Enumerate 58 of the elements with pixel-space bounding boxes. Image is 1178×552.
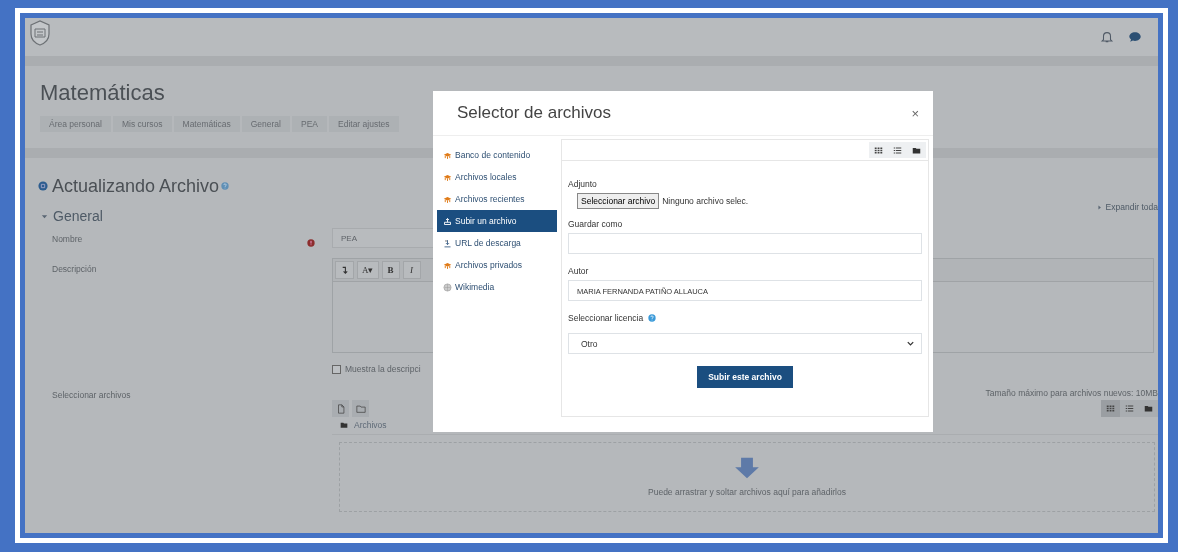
help-icon[interactable]: [648, 314, 657, 322]
globe-icon: [443, 282, 452, 292]
folder-icon[interactable]: [912, 145, 921, 155]
folder-icon: [340, 421, 348, 429]
repository-item[interactable]: Archivos locales: [437, 166, 557, 188]
hat-icon: [443, 194, 452, 204]
grid-view-icon[interactable]: [874, 145, 883, 155]
grid-view-icon[interactable]: [1106, 404, 1115, 413]
max-size-note: Tamaño máximo para archivos nuevos: 10MB: [984, 388, 1158, 400]
field-label: Seleccionar licencia: [568, 313, 644, 323]
repository-item[interactable]: Archivos recientes: [437, 188, 557, 210]
expand-all-link[interactable]: Expandir toda: [1095, 202, 1158, 212]
file-icon: [335, 403, 346, 414]
create-folder-button[interactable]: [352, 400, 369, 417]
page-heading: Actualizando Archivo: [52, 175, 220, 197]
toolbar-button[interactable]: A▾: [357, 261, 379, 279]
folder-icon[interactable]: [1144, 404, 1153, 413]
hat-icon: [443, 172, 452, 182]
bell-icon[interactable]: [1100, 30, 1114, 44]
dialog-title: Selector de archivos: [457, 103, 612, 123]
hat-icon: [443, 260, 452, 270]
arrow-icon: [340, 265, 349, 275]
repository-item[interactable]: Banco de contenido: [437, 144, 557, 166]
chat-bubble-icon[interactable]: [1128, 30, 1142, 44]
field-label: Nombre: [51, 233, 84, 246]
checkbox-label: Muestra la descripci: [345, 364, 421, 374]
crest-logo-icon[interactable]: [28, 18, 52, 48]
field-label: Guardar como: [568, 219, 624, 229]
section-toggle[interactable]: General: [40, 208, 103, 224]
toolbar-button[interactable]: I: [402, 261, 421, 279]
field-label: Adjunto: [568, 179, 598, 189]
upload-button[interactable]: Subir este archivo: [697, 366, 793, 388]
add-file-button[interactable]: [332, 400, 349, 417]
drop-hint: Puede arrastrar y soltar archivos aquí para añadirlos: [648, 487, 846, 497]
chevron-down-icon: [906, 339, 915, 348]
choose-file-button[interactable]: Seleccionar archivo: [577, 193, 660, 209]
hat-icon: [443, 150, 452, 160]
module-icon: [38, 181, 48, 191]
course-title: Matemáticas: [40, 80, 166, 106]
close-button[interactable]: ×: [907, 105, 923, 121]
field-label: Autor: [568, 266, 590, 276]
upload-icon: [443, 216, 452, 226]
field-label: Descripción: [51, 263, 98, 276]
save-as-field[interactable]: [568, 233, 922, 254]
expand-toolbar-button[interactable]: [335, 261, 354, 279]
checkbox[interactable]: [332, 364, 341, 374]
repository-item[interactable]: URL de descarga: [437, 232, 557, 254]
folder-icon: [355, 403, 366, 414]
license-select[interactable]: Otro: [568, 333, 922, 354]
caret-right-icon: [1095, 203, 1103, 211]
repository-item[interactable]: Subir un archivo: [437, 210, 557, 232]
field-label: Seleccionar archivos: [51, 389, 132, 402]
folder-label: Archivos: [354, 420, 387, 430]
repository-item[interactable]: Wikimedia: [437, 276, 557, 298]
toolbar-button[interactable]: B: [381, 261, 400, 279]
repository-item[interactable]: Archivos privados: [437, 254, 557, 276]
download-icon: [443, 238, 452, 248]
file-status: Ninguno archivo selec.: [662, 196, 749, 206]
